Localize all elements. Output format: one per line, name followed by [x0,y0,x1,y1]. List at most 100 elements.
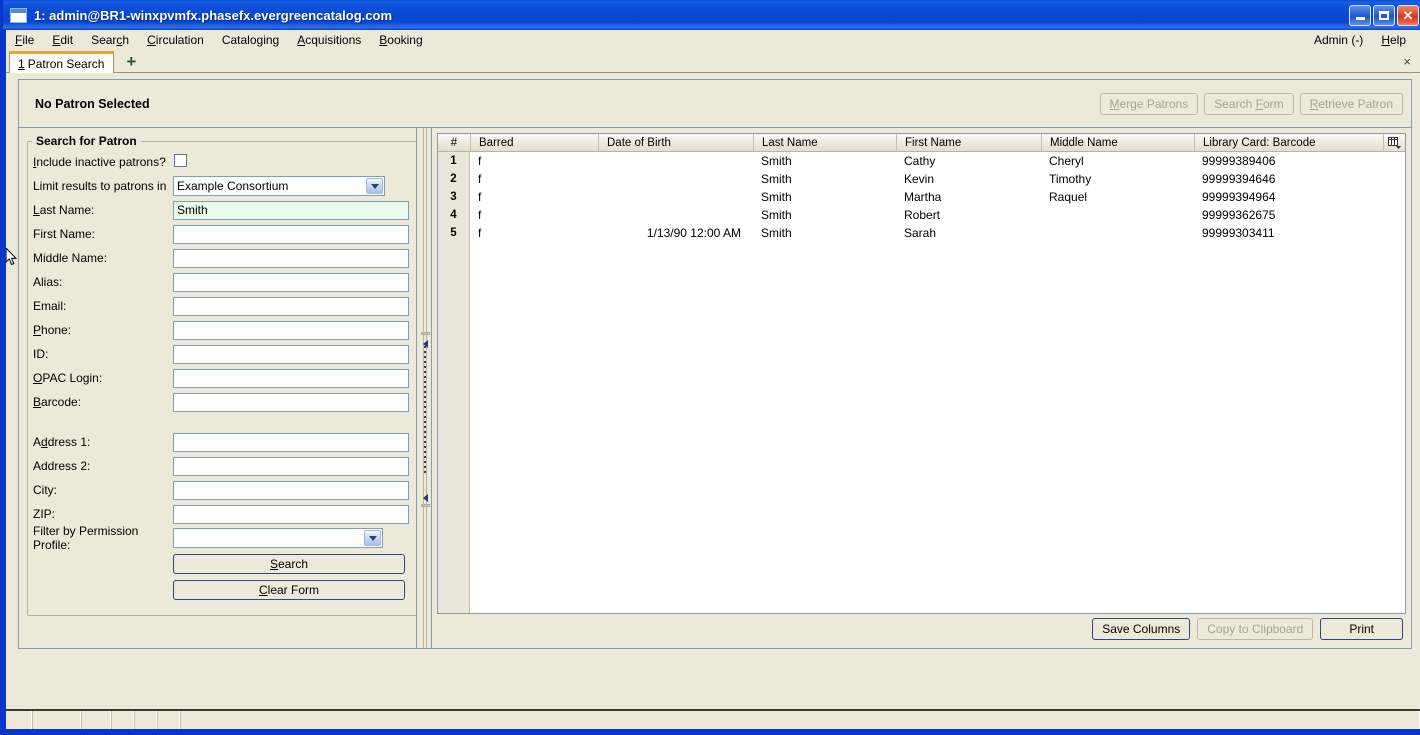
menu-cataloging[interactable]: Cataloging [213,31,288,49]
limit-results-select[interactable]: Example Consortium [173,176,385,196]
limit-results-value: Example Consortium [177,179,289,193]
label-opac-login: OPAC Login: [33,371,103,385]
label-first-name: First Name: [33,227,96,241]
new-tab-icon[interactable]: + [122,53,140,70]
search-form-button[interactable]: Search Form [1204,92,1294,115]
row-number: 4 [450,209,457,221]
close-tab-icon[interactable]: × [1403,54,1411,69]
col-header-dob[interactable]: Date of Birth [598,134,753,151]
minimize-button[interactable] [1349,4,1371,26]
pane-splitter[interactable] [416,128,432,649]
barcode-input[interactable] [173,392,409,412]
table-row[interactable]: f Smith Kevin Timothy 99999394646 [470,170,1405,188]
collapse-right-icon[interactable] [421,494,429,502]
field-opac-login: OPAC Login: [28,366,421,390]
cell-last: Smith [761,226,792,240]
print-button[interactable]: Print [1320,618,1403,640]
chevron-down-icon-2[interactable] [364,530,381,546]
cell-barcode: 99999394964 [1202,190,1276,204]
last-name-input[interactable] [173,200,409,220]
status-bar [6,709,1420,729]
col-header-barcode[interactable]: Library Card: Barcode [1194,134,1383,151]
content-area: No Patron Selected Merge Patrons Search … [6,73,1420,709]
search-pane: Search for Patron Include inactive patro… [18,128,422,649]
col-header-middle-name[interactable]: Middle Name [1041,134,1194,151]
cell-barred: f [478,172,482,186]
col-header-barred[interactable]: Barred [470,134,598,151]
permission-profile-select[interactable] [173,528,383,548]
menu-edit[interactable]: Edit [43,31,82,49]
search-button[interactable]: Search [173,554,405,574]
field-barcode: Barcode: [28,390,421,414]
cell-first: Kevin [904,172,935,186]
title-bar: 1: admin@BR1-winxpvmfx.phasefx.evergreen… [3,0,1420,30]
cell-barcode: 99999362675 [1202,208,1276,222]
window-controls: ✕ [1349,4,1420,26]
opac-login-input[interactable] [173,368,409,388]
id-input[interactable] [173,344,409,364]
column-picker-icon[interactable] [1383,134,1405,151]
splitter-cap-bottom [421,504,430,507]
save-columns-button[interactable]: Save Columns [1092,618,1191,640]
address-1-input[interactable] [173,432,409,452]
alias-input[interactable] [173,272,409,292]
cell-dob: 1/13/90 12:00 AM [646,226,741,240]
zip-input[interactable] [173,504,409,524]
chevron-down-icon[interactable] [366,178,383,194]
cell-last: Smith [761,172,792,186]
label-address-1: Address 1: [33,435,91,449]
email-input[interactable] [173,296,409,316]
search-for-patron-group: Search for Patron Include inactive patro… [27,134,422,616]
address-2-input[interactable] [173,456,409,476]
menu-admin[interactable]: Admin (-) [1305,31,1372,49]
label-permission-profile: Filter by Permission Profile: [33,524,139,552]
field-last-name: Last Name: [28,198,421,222]
label-barcode: Barcode: [33,395,82,409]
col-header-first-name[interactable]: First Name [896,134,1041,151]
col-header-last-name[interactable]: Last Name [753,134,896,151]
first-name-input[interactable] [173,224,409,244]
cell-first: Martha [904,190,942,204]
maximize-button[interactable] [1373,4,1395,26]
middle-name-input[interactable] [173,248,409,268]
menu-file[interactable]: File [6,31,43,49]
city-input[interactable] [173,480,409,500]
table-row[interactable]: f Smith Martha Raquel 99999394964 [470,188,1405,206]
field-permission-profile: Filter by Permission Profile: [28,524,421,552]
splitter-grip[interactable] [424,346,426,476]
field-city: City: [28,478,421,502]
status-segment-7 [180,711,1420,729]
menu-help[interactable]: Help [1372,31,1420,49]
cell-last: Smith [761,208,792,222]
col-header-num[interactable]: # [438,134,470,151]
cell-barcode: 99999394646 [1202,172,1276,186]
clear-form-button[interactable]: Clear Form [173,580,405,600]
menu-search[interactable]: Search [82,31,138,49]
close-button[interactable]: ✕ [1397,4,1419,26]
search-actions: Search Clear Form [28,554,421,600]
field-phone: Phone: [28,318,421,342]
menu-booking[interactable]: Booking [370,31,431,49]
table-row[interactable]: f 1/13/90 12:00 AM Smith Sarah 99999303411 [470,224,1405,242]
retrieve-patron-button[interactable]: Retrieve Patron [1299,92,1403,115]
cell-barred: f [478,190,482,204]
cell-barred: f [478,226,482,240]
label-zip: ZIP: [33,507,56,521]
menu-circulation[interactable]: Circulation [138,31,213,49]
label-address-2: Address 2: [33,459,91,473]
menu-acquisitions[interactable]: Acquisitions [288,31,370,49]
table-row[interactable]: f Smith Robert 99999362675 [470,206,1405,224]
merge-patrons-button[interactable]: Merge Patrons [1099,92,1199,115]
cell-barcode: 99999303411 [1202,226,1275,240]
field-email: Email: [28,294,421,318]
application-window: 1: admin@BR1-winxpvmfx.phasefx.evergreen… [0,0,1420,735]
field-first-name: First Name: [28,222,421,246]
include-inactive-checkbox[interactable] [174,154,187,167]
patron-header-actions: Merge Patrons Search Form Retrieve Patro… [1099,92,1405,115]
copy-to-clipboard-button[interactable]: Copy to Clipboard [1197,618,1314,640]
label-include-inactive: Include inactive patrons? [33,155,166,169]
phone-input[interactable] [173,320,409,340]
table-row[interactable]: f Smith Cathy Cheryl 99999389406 [470,152,1405,170]
tab-patron-search[interactable]: 1 Patron Search [9,51,115,73]
splitter-cap-top [421,332,430,335]
